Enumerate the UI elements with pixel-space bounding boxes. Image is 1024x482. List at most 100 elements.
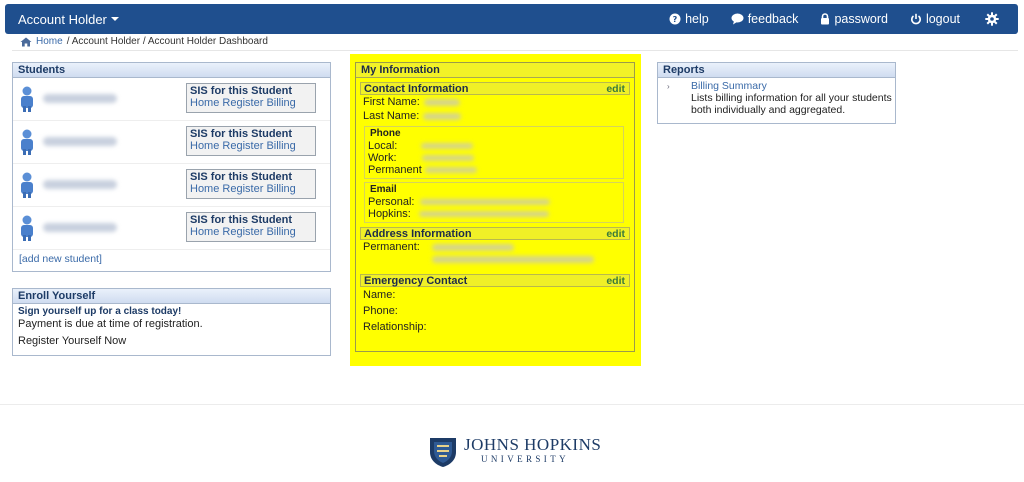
bullet-arrow-icon: › xyxy=(667,82,670,91)
password-label: password xyxy=(834,12,888,26)
my-information-panel: My Information Contact Information edit … xyxy=(355,62,635,352)
emergency-phone-field: Phone: xyxy=(356,303,634,319)
sis-title: SIS for this Student xyxy=(190,85,293,97)
enroll-body: Sign yourself up for a class today! Paym… xyxy=(13,304,330,349)
phone-work-label: Work: xyxy=(368,152,397,164)
enroll-payment-note: Payment is due at time of registration. xyxy=(18,318,203,330)
student-billing-link[interactable]: Billing xyxy=(266,183,295,195)
speech-bubble-icon xyxy=(731,13,744,25)
student-home-link[interactable]: Home xyxy=(190,183,219,195)
sis-box: SIS for this Student Home Register Billi… xyxy=(186,126,316,156)
student-home-link[interactable]: Home xyxy=(190,140,219,152)
phone-group-title: Phone xyxy=(370,128,401,139)
logout-label: logout xyxy=(925,12,960,26)
student-billing-link[interactable]: Billing xyxy=(266,140,295,152)
email-personal-label: Personal: xyxy=(368,196,415,208)
settings-button[interactable] xyxy=(971,4,1018,34)
feedback-link[interactable]: feedback xyxy=(720,4,810,34)
logout-link[interactable]: logout xyxy=(899,4,971,34)
billing-summary-link[interactable]: Billing Summary xyxy=(676,80,895,92)
feedback-label: feedback xyxy=(747,12,799,26)
student-billing-link[interactable]: Billing xyxy=(266,97,295,109)
lock-icon xyxy=(821,13,830,25)
sis-box: SIS for this Student Home Register Billi… xyxy=(186,169,316,199)
students-panel: Students SIS for this Student Home Regis… xyxy=(12,62,331,272)
phone-local-redacted xyxy=(421,143,474,149)
address-edit-link[interactable]: edit xyxy=(606,228,625,240)
student-home-link[interactable]: Home xyxy=(190,97,219,109)
contact-information-title: Contact Information xyxy=(364,83,469,95)
enroll-panel-title: Enroll Yourself xyxy=(13,289,330,304)
student-name-redacted xyxy=(43,94,117,103)
add-new-student-link[interactable]: [add new student] xyxy=(19,253,102,265)
emergency-contact-title: Emergency Contact xyxy=(364,275,468,287)
logo-line1: JOHNS HOPKINS xyxy=(464,435,602,454)
sis-title: SIS for this Student xyxy=(190,171,293,183)
emergency-relationship-field: Relationship: xyxy=(356,319,634,335)
first-name-redacted xyxy=(423,99,460,106)
phone-group: Phone Local: Work: Permanent xyxy=(364,126,624,179)
student-row: SIS for this Student Home Register Billi… xyxy=(13,207,330,250)
address-line1-redacted xyxy=(431,244,514,251)
sis-title: SIS for this Student xyxy=(190,214,293,226)
breadcrumb: Home / Account Holder / Account Holder D… xyxy=(20,36,268,47)
password-link[interactable]: password xyxy=(809,4,899,34)
reports-panel: Reports › Billing Summary Lists billing … xyxy=(657,62,896,124)
student-register-link[interactable]: Register xyxy=(222,183,263,195)
phone-permanent-redacted xyxy=(424,167,477,173)
sis-box: SIS for this Student Home Register Billi… xyxy=(186,212,316,242)
email-hopkins-redacted xyxy=(418,211,549,217)
student-avatar-icon xyxy=(21,86,33,112)
student-register-link[interactable]: Register xyxy=(222,140,263,152)
students-panel-title: Students xyxy=(13,63,330,78)
sis-links: Home Register Billing xyxy=(190,140,315,153)
address-permanent-label: Permanent: xyxy=(363,241,420,253)
breadcrumb-home-link[interactable]: Home xyxy=(36,36,63,47)
help-icon: ? xyxy=(669,13,681,25)
student-row: SIS for this Student Home Register Billi… xyxy=(13,164,330,207)
home-icon xyxy=(20,37,32,46)
register-yourself-now-link[interactable]: Register Yourself Now xyxy=(18,335,325,347)
first-name-field: First Name: xyxy=(356,95,634,109)
student-row: SIS for this Student Home Register Billi… xyxy=(13,78,330,121)
address-information-title: Address Information xyxy=(364,228,472,240)
address-permanent-field: Permanent: xyxy=(356,240,634,270)
sis-title: SIS for this Student xyxy=(190,128,293,140)
help-link[interactable]: ? help xyxy=(658,4,720,34)
sis-links: Home Register Billing xyxy=(190,183,315,196)
student-billing-link[interactable]: Billing xyxy=(266,226,295,238)
student-home-link[interactable]: Home xyxy=(190,226,219,238)
emergency-name-field: Name: xyxy=(356,287,634,303)
student-avatar-icon xyxy=(21,215,33,241)
phone-permanent-row: Permanent xyxy=(368,164,623,176)
phone-local-row: Local: xyxy=(368,140,623,152)
student-register-link[interactable]: Register xyxy=(222,226,263,238)
first-name-label: First Name: xyxy=(363,96,420,108)
email-hopkins-label: Hopkins: xyxy=(368,208,411,220)
emergency-contact-header: Emergency Contact edit xyxy=(360,274,630,287)
contact-edit-link[interactable]: edit xyxy=(606,83,625,95)
top-navbar: Account Holder ? help feedback password xyxy=(5,4,1018,34)
billing-summary-desc-line2: both individually and aggregated. xyxy=(691,104,846,116)
account-holder-menu[interactable]: Account Holder xyxy=(18,12,119,27)
johns-hopkins-logo: JOHNS HOPKINS UNIVERSITY xyxy=(428,436,601,468)
email-personal-redacted xyxy=(420,199,551,205)
chevron-down-icon xyxy=(110,17,119,21)
emergency-edit-link[interactable]: edit xyxy=(606,275,625,287)
help-label: help xyxy=(685,12,709,26)
student-avatar-icon xyxy=(21,129,33,155)
student-register-link[interactable]: Register xyxy=(222,97,263,109)
logo-wordmark: JOHNS HOPKINS UNIVERSITY xyxy=(464,435,602,466)
address-line2-redacted xyxy=(431,256,594,263)
enroll-panel: Enroll Yourself Sign yourself up for a c… xyxy=(12,288,331,356)
svg-text:?: ? xyxy=(673,15,678,24)
phone-permanent-label: Permanent xyxy=(368,164,422,176)
reports-body: › Billing Summary Lists billing informat… xyxy=(658,78,895,116)
power-icon xyxy=(910,13,921,25)
phone-local-label: Local: xyxy=(368,140,398,152)
sis-links: Home Register Billing xyxy=(190,226,315,239)
emergency-phone-label: Phone: xyxy=(363,305,398,317)
email-personal-row: Personal: xyxy=(368,196,623,208)
student-avatar-icon xyxy=(21,172,33,198)
breadcrumb-trail: / Account Holder / Account Holder Dashbo… xyxy=(66,36,268,47)
